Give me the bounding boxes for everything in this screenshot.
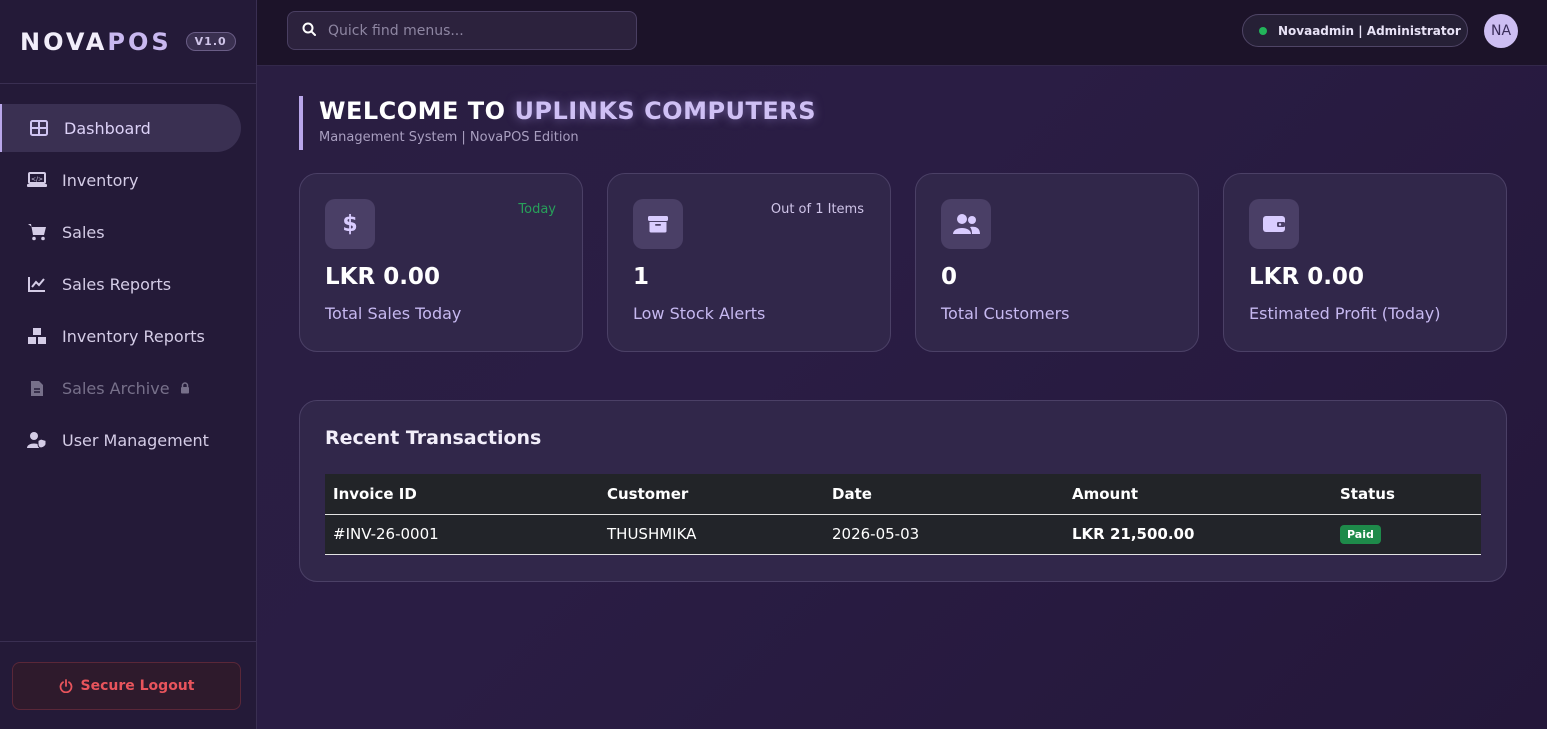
- date-cell: 2026-05-03: [824, 514, 1064, 555]
- sidebar-item-label: User Management: [62, 430, 209, 450]
- transactions-table: Invoice ID Customer Date Amount Status #…: [325, 474, 1481, 555]
- recent-transactions-panel: Recent Transactions Invoice ID Customer …: [299, 400, 1507, 582]
- card-value: 1: [633, 264, 650, 290]
- chart-line-icon: [26, 275, 48, 293]
- sidebar-item-dashboard[interactable]: Dashboard: [0, 104, 241, 152]
- sidebar-item-user-management[interactable]: User Management: [0, 416, 241, 464]
- search-box: [287, 11, 637, 50]
- svg-text:$: $: [342, 212, 357, 236]
- sidebar-item-sales-reports[interactable]: Sales Reports: [0, 260, 241, 308]
- card-label: Low Stock Alerts: [633, 304, 766, 323]
- card-label: Estimated Profit (Today): [1249, 304, 1441, 323]
- page-subtitle: Management System | NovaPOS Edition: [319, 130, 579, 145]
- sidebar: NOVAPOS V1.0 Dashboard </> Inventory Sal…: [0, 0, 257, 729]
- column-header: Invoice ID: [325, 474, 599, 515]
- column-header: Customer: [599, 474, 824, 515]
- stat-card-estimated-profit: LKR 0.00 Estimated Profit (Today): [1223, 173, 1507, 352]
- user-status-pill[interactable]: Novaadmin | Administrator: [1242, 14, 1468, 47]
- grid-icon: [28, 119, 50, 137]
- sidebar-nav: Dashboard </> Inventory Sales Sales Repo…: [0, 84, 256, 464]
- status-badge: Paid: [1340, 525, 1381, 544]
- main-content: WELCOME TO UPLINKS COMPUTERS Management …: [257, 66, 1547, 729]
- card-value: 0: [941, 264, 958, 290]
- card-value: LKR 0.00: [1249, 264, 1364, 290]
- file-icon: [26, 379, 48, 397]
- page-title: WELCOME TO UPLINKS COMPUTERS: [319, 97, 817, 125]
- avatar[interactable]: NA: [1484, 14, 1518, 48]
- sidebar-item-inventory[interactable]: </> Inventory: [0, 156, 241, 204]
- status-cell: Paid: [1332, 514, 1481, 555]
- sidebar-item-sales-archive[interactable]: Sales Archive: [0, 364, 241, 412]
- card-value: LKR 0.00: [325, 264, 440, 290]
- sidebar-item-label: Sales: [62, 222, 105, 242]
- stat-card-total-sales: $ Today LKR 0.00 Total Sales Today: [299, 173, 583, 352]
- column-header: Amount: [1064, 474, 1332, 515]
- secure-logout-button[interactable]: Secure Logout: [12, 662, 241, 710]
- sidebar-item-label: Sales Reports: [62, 274, 172, 294]
- sidebar-item-label: Inventory: [62, 170, 139, 190]
- welcome-header: WELCOME TO UPLINKS COMPUTERS Management …: [299, 96, 816, 150]
- card-tag: Out of 1 Items: [770, 202, 864, 217]
- brand-logo[interactable]: NOVAPOS: [20, 28, 172, 56]
- sidebar-item-inventory-reports[interactable]: Inventory Reports: [0, 312, 241, 360]
- stat-card-low-stock: Out of 1 Items 1 Low Stock Alerts: [607, 173, 891, 352]
- logout-label: Secure Logout: [80, 678, 195, 694]
- sidebar-item-sales[interactable]: Sales: [0, 208, 241, 256]
- customer-cell: THUSHMIKA: [599, 514, 824, 555]
- sidebar-item-label: Inventory Reports: [62, 326, 205, 346]
- wallet-icon: [1249, 199, 1299, 249]
- cart-icon: [26, 223, 48, 241]
- sidebar-footer: Secure Logout: [0, 641, 256, 729]
- card-label: Total Sales Today: [325, 304, 462, 323]
- top-bar: Novaadmin | Administrator NA: [257, 0, 1547, 66]
- users-icon: [941, 199, 991, 249]
- svg-text:</>: </>: [31, 176, 43, 183]
- online-status-dot: [1259, 26, 1267, 35]
- stat-cards: $ Today LKR 0.00 Total Sales Today Out o…: [299, 173, 1507, 352]
- table-header-row: Invoice ID Customer Date Amount Status: [325, 474, 1481, 515]
- card-tag: Today: [518, 202, 556, 217]
- power-icon: [59, 679, 73, 693]
- laptop-icon: </>: [26, 171, 48, 189]
- version-badge: V1.0: [185, 32, 236, 51]
- table-row[interactable]: #INV-26-0001 THUSHMIKA 2026-05-03 LKR 21…: [325, 514, 1481, 555]
- search-input[interactable]: [328, 22, 618, 39]
- stat-card-customers: 0 Total Customers: [915, 173, 1199, 352]
- sidebar-item-label: Sales Archive: [62, 378, 170, 398]
- column-header: Status: [1332, 474, 1481, 515]
- user-shield-icon: [26, 431, 48, 449]
- lock-icon: [180, 379, 190, 398]
- box-icon: [633, 199, 683, 249]
- card-label: Total Customers: [941, 304, 1070, 323]
- search-icon: [302, 21, 316, 40]
- user-label: Novaadmin | Administrator: [1278, 23, 1461, 38]
- sidebar-item-label: Dashboard: [64, 118, 151, 138]
- brand: NOVAPOS V1.0: [0, 0, 256, 84]
- dollar-icon: $: [325, 199, 375, 249]
- boxes-icon: [26, 327, 48, 345]
- column-header: Date: [824, 474, 1064, 515]
- amount-cell: LKR 21,500.00: [1064, 514, 1332, 555]
- section-title: Recent Transactions: [325, 427, 542, 449]
- invoice-id-cell: #INV-26-0001: [325, 514, 599, 555]
